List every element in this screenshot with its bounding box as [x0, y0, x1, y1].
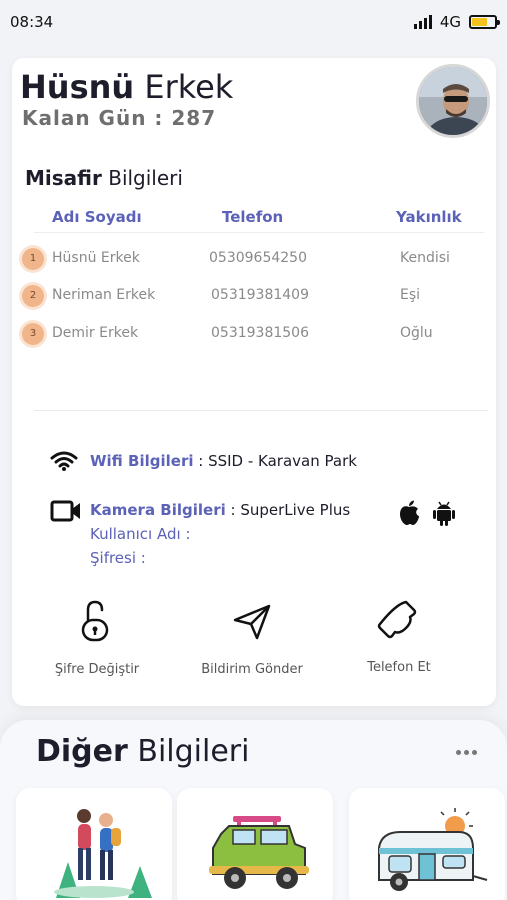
guests-section-title: Misafir Bilgileri [25, 166, 183, 190]
row-number-badge: 2 [22, 285, 44, 307]
apple-icon[interactable] [398, 500, 420, 526]
status-bar: 08:34 4G [0, 0, 507, 44]
guest-relation: Oğlu [400, 325, 433, 341]
battery-fill [472, 18, 488, 26]
offroad-car-tile[interactable] [177, 788, 333, 900]
other-title-bold: Diğer [36, 734, 128, 769]
user-name: Hüsnü Erkek [20, 68, 233, 106]
days-left: Kalan Gün : 287 [22, 106, 217, 130]
guest-relation: Kendisi [400, 250, 450, 266]
call-label: Telefon Et [367, 660, 431, 675]
wifi-icon [50, 451, 78, 471]
avatar[interactable] [416, 64, 490, 138]
battery-icon [469, 15, 500, 29]
caravan-tile[interactable] [349, 788, 505, 900]
header-name: Adı Soyadı [52, 208, 142, 226]
camera-info: Kamera Bilgileri : SuperLive Plus [90, 501, 350, 519]
camera-username-label: Kullanıcı Adı : [90, 525, 191, 543]
header-divider [34, 232, 484, 233]
other-info-panel: Diğer Bilgileri [0, 720, 507, 900]
network-type: 4G [439, 13, 461, 31]
guest-phone[interactable]: 05319381506 [211, 325, 309, 341]
guest-name: Neriman Erkek [52, 287, 156, 303]
guest-name: Demir Erkek [52, 325, 139, 341]
wifi-label: Wifi Bilgileri [90, 452, 194, 470]
guest-phone[interactable]: 05319381409 [211, 287, 309, 303]
row-number-badge: 3 [22, 323, 44, 345]
row-number-badge: 1 [22, 248, 44, 270]
unlock-icon [81, 600, 109, 642]
avatar-photo [419, 67, 487, 135]
section-divider [34, 410, 488, 411]
guest-phone[interactable]: 05309654250 [209, 250, 307, 266]
guest-name: Hüsnü Erkek [52, 250, 140, 266]
hikers-illustration [54, 809, 152, 898]
guest-card: Hüsnü Erkek Kalan Gün : 287 Misafir Bilg… [12, 58, 496, 706]
hikers-tile[interactable] [16, 788, 172, 900]
other-title-rest: Bilgileri [137, 734, 250, 769]
phone-icon [377, 600, 417, 639]
caravan-illustration [378, 808, 488, 891]
camera-password-label: Şifresi : [90, 549, 146, 567]
wifi-info: Wifi Bilgileri : SSID - Karavan Park [90, 452, 357, 470]
user-last-name: Erkek [144, 68, 234, 106]
wifi-value: : SSID - Karavan Park [193, 452, 357, 470]
offroad-car-illustration [209, 816, 309, 889]
header-phone: Telefon [222, 208, 284, 226]
header-relation: Yakınlık [396, 208, 462, 226]
user-first-name: Hüsnü [20, 68, 135, 106]
android-icon[interactable] [432, 500, 456, 526]
other-info-title: Diğer Bilgileri [36, 734, 249, 769]
camera-value: : SuperLive Plus [225, 501, 351, 519]
status-time: 08:34 [10, 13, 54, 31]
status-indicators: 4G [413, 13, 500, 31]
change-password-label: Şifre Değiştir [54, 662, 140, 677]
send-icon [233, 604, 271, 640]
send-notification-label: Bildirim Gönder [201, 662, 303, 677]
more-options-icon[interactable] [456, 750, 477, 755]
guest-relation: Eşi [400, 287, 421, 303]
signal-icon [413, 15, 432, 29]
camera-label: Kamera Bilgileri [90, 501, 226, 519]
guests-title-rest: Bilgileri [108, 166, 183, 190]
guests-title-bold: Misafir [25, 166, 102, 190]
video-camera-icon [50, 500, 80, 522]
